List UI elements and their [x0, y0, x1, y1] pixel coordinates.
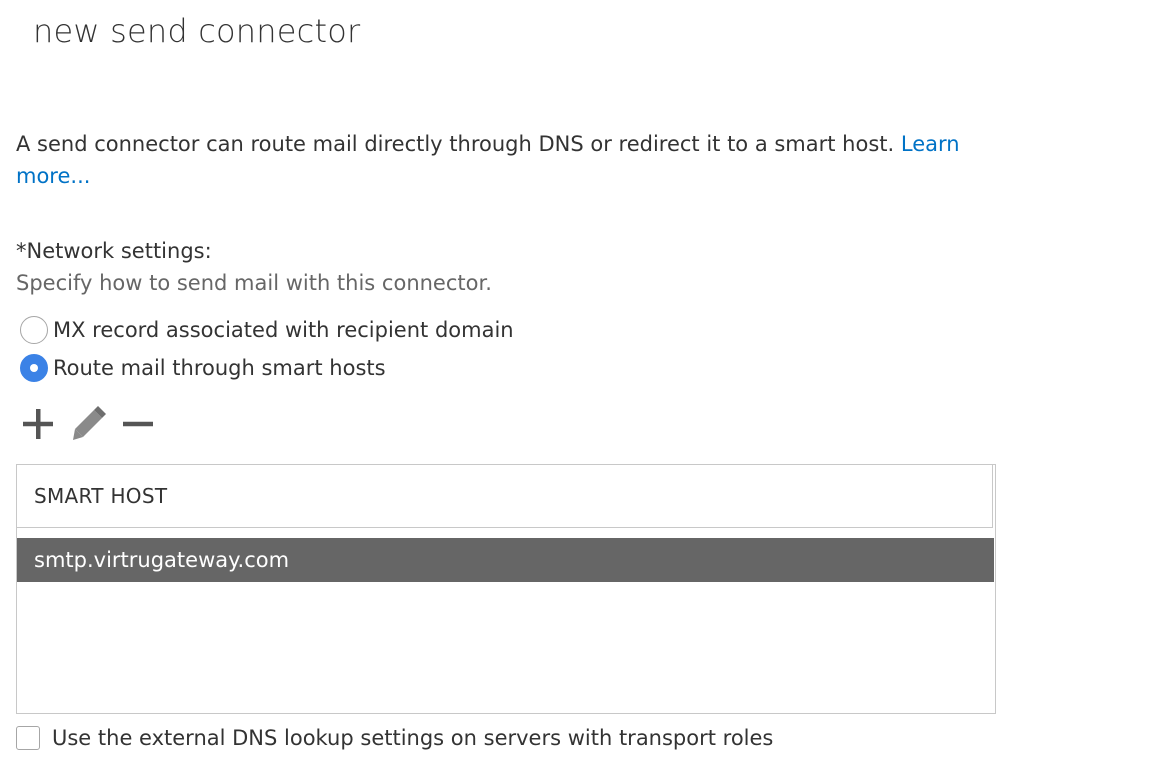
table-row[interactable]: smtp.virtrugateway.com [17, 538, 994, 582]
external-dns-lookup-label: Use the external DNS lookup settings on … [52, 726, 774, 750]
external-dns-lookup-option[interactable]: Use the external DNS lookup settings on … [16, 720, 773, 756]
radio-option-smart-hosts[interactable]: Route mail through smart hosts [20, 354, 386, 382]
radio-button-smart-hosts[interactable] [20, 354, 48, 382]
external-dns-lookup-checkbox[interactable] [16, 726, 40, 750]
remove-smart-host-button[interactable] [118, 404, 158, 444]
new-send-connector-dialog: new send connector A send connector can … [0, 0, 1174, 770]
network-settings-label: *Network settings: [16, 239, 212, 263]
smart-host-list: SMART HOST smtp.virtrugateway.com [16, 464, 996, 714]
intro-text: A send connector can route mail directly… [16, 128, 976, 192]
add-smart-host-button[interactable] [18, 404, 58, 444]
smart-host-toolbar [18, 404, 168, 444]
dialog-title: new send connector [33, 12, 361, 50]
smart-host-value: smtp.virtrugateway.com [34, 548, 290, 572]
radio-button-mx-record[interactable] [20, 316, 48, 344]
radio-label-mx-record: MX record associated with recipient doma… [53, 318, 514, 342]
column-header-smart-host[interactable]: SMART HOST [17, 465, 993, 528]
radio-label-smart-hosts: Route mail through smart hosts [53, 356, 386, 380]
edit-smart-host-button[interactable] [68, 404, 108, 444]
radio-option-mx-record[interactable]: MX record associated with recipient doma… [20, 316, 514, 344]
network-settings-description: Specify how to send mail with this conne… [16, 271, 492, 295]
pencil-icon [73, 406, 106, 440]
minus-icon [123, 421, 153, 427]
plus-icon [23, 409, 53, 439]
intro-description: A send connector can route mail directly… [16, 132, 901, 156]
